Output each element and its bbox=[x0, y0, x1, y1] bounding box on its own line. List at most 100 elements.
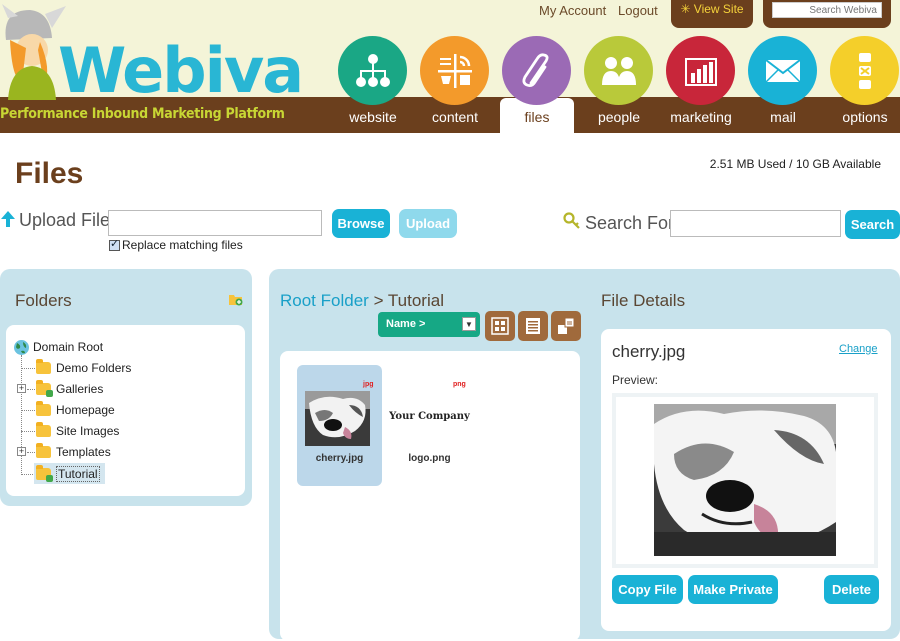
tree-line bbox=[27, 452, 35, 453]
delete-button[interactable]: Delete bbox=[824, 575, 879, 604]
replace-matching-row[interactable]: Replace matching files bbox=[109, 237, 243, 252]
breadcrumb-root-link[interactable]: Root Folder bbox=[280, 291, 369, 310]
list-view-button[interactable] bbox=[518, 311, 548, 341]
tree-line bbox=[21, 474, 35, 475]
site-search-input[interactable] bbox=[772, 2, 882, 18]
file-tile-logo[interactable]: png Your Company logo.png bbox=[387, 365, 472, 486]
new-folder-icon[interactable] bbox=[228, 292, 244, 306]
upload-button[interactable]: Upload bbox=[399, 209, 457, 238]
list-view-icon bbox=[526, 318, 540, 334]
folder-icon bbox=[36, 401, 51, 416]
replace-matching-checkbox[interactable] bbox=[109, 237, 120, 251]
detail-view-icon bbox=[558, 317, 575, 334]
thumbnail-view-button[interactable] bbox=[485, 311, 515, 341]
tree-root[interactable]: Domain Root bbox=[13, 337, 103, 357]
nav-content[interactable]: content bbox=[420, 36, 490, 133]
breadcrumb-separator: > bbox=[373, 291, 384, 310]
nav-people[interactable]: people bbox=[584, 36, 654, 133]
make-private-button[interactable]: Make Private bbox=[688, 575, 778, 604]
content-grid-icon bbox=[438, 54, 472, 88]
folder-item-selected[interactable]: Tutorial bbox=[34, 463, 105, 484]
my-account-link[interactable]: My Account bbox=[539, 3, 606, 18]
nav-website-circle bbox=[338, 36, 407, 105]
copy-file-button[interactable]: Copy File bbox=[612, 575, 683, 604]
nav-files[interactable]: files bbox=[500, 36, 574, 133]
search-button[interactable]: Search bbox=[845, 210, 900, 239]
nav-marketing[interactable]: marketing bbox=[666, 36, 736, 133]
file-name: cherry.jpg bbox=[315, 453, 364, 464]
folder-item[interactable]: Demo Folders bbox=[36, 358, 131, 378]
change-link[interactable]: Change bbox=[839, 343, 878, 355]
brand-logo[interactable]: Webiva bbox=[58, 34, 304, 107]
logout-link[interactable]: Logout bbox=[618, 3, 658, 18]
globe-icon bbox=[14, 339, 29, 355]
file-extension: png bbox=[453, 381, 466, 388]
tree-line bbox=[21, 355, 22, 475]
detail-file-name: cherry.jpg bbox=[612, 342, 686, 361]
site-search-box bbox=[763, 0, 891, 28]
nav-marketing-circle bbox=[666, 36, 735, 105]
chevron-down-icon: ▼ bbox=[462, 317, 476, 331]
logo-thumbnail-text: Your Company bbox=[389, 411, 470, 422]
tree-line bbox=[27, 389, 35, 390]
folder-label: Demo Folders bbox=[56, 361, 132, 375]
tree-line bbox=[21, 410, 35, 411]
breadcrumb: Root Folder > Tutorial bbox=[280, 291, 444, 311]
view-site-button[interactable]: ✳ View Site bbox=[671, 0, 753, 28]
paperclip-icon bbox=[522, 53, 549, 87]
sort-select[interactable]: Name > ▼ bbox=[378, 312, 480, 337]
file-search-input[interactable] bbox=[670, 210, 841, 237]
gallery-folder-icon bbox=[36, 464, 53, 482]
folder-label: Homepage bbox=[56, 403, 115, 417]
folder-item[interactable]: Templates bbox=[36, 442, 111, 462]
file-details-title: File Details bbox=[601, 291, 686, 310]
nav-options-circle bbox=[830, 36, 899, 105]
upload-file-input[interactable] bbox=[108, 210, 322, 236]
nav-content-circle bbox=[420, 36, 489, 105]
folders-title: Folders bbox=[15, 291, 72, 310]
preview-frame bbox=[612, 393, 878, 568]
nav-mail[interactable]: mail bbox=[748, 36, 818, 133]
nav-files-label: files bbox=[524, 109, 550, 125]
detail-view-button[interactable] bbox=[551, 311, 581, 341]
nav-options-label: options bbox=[842, 109, 888, 125]
storage-usage: 2.51 MB Used / 10 GB Available bbox=[709, 157, 881, 171]
folder-icon bbox=[36, 422, 51, 437]
upload-file-label: Upload File bbox=[19, 210, 111, 230]
folder-item[interactable]: Galleries bbox=[36, 379, 103, 399]
nav-content-label: content bbox=[432, 109, 478, 125]
folder-label: Templates bbox=[56, 445, 111, 459]
folder-item[interactable]: Homepage bbox=[36, 400, 115, 420]
nav-files-circle bbox=[502, 36, 571, 105]
nav-mail-circle bbox=[748, 36, 817, 105]
browse-button[interactable]: Browse bbox=[332, 209, 390, 238]
header: Webiva Performance Inbound Marketing Pla… bbox=[0, 0, 900, 133]
nav-options[interactable]: options bbox=[830, 36, 900, 133]
nav-website[interactable]: website bbox=[338, 36, 408, 133]
tree-line bbox=[21, 431, 35, 432]
folder-label: Galleries bbox=[56, 382, 104, 396]
expand-toggle[interactable]: + bbox=[17, 384, 26, 393]
search-for-label: Search For bbox=[585, 213, 675, 233]
folder-label: Site Images bbox=[56, 424, 120, 438]
envelope-icon bbox=[765, 59, 801, 83]
replace-matching-label: Replace matching files bbox=[122, 238, 243, 252]
brand-tagline: Performance Inbound Marketing Platform bbox=[0, 106, 285, 122]
grid-view-icon bbox=[491, 317, 509, 335]
file-tile-cherry[interactable]: jpg cherry.jpg bbox=[297, 365, 382, 486]
nav-people-label: people bbox=[597, 109, 641, 125]
search-key-icon bbox=[563, 212, 580, 229]
upload-arrow-icon bbox=[1, 211, 15, 227]
tree-line bbox=[21, 368, 35, 369]
nav-marketing-label: marketing bbox=[670, 109, 732, 125]
file-name: logo.png bbox=[408, 453, 451, 464]
breadcrumb-current: Tutorial bbox=[387, 291, 444, 310]
expand-toggle[interactable]: + bbox=[17, 447, 26, 456]
folder-icon bbox=[36, 359, 51, 374]
gallery-folder-icon bbox=[36, 380, 53, 397]
cherry-preview-image bbox=[654, 404, 836, 556]
sort-select-value: Name > bbox=[386, 318, 426, 330]
page-title: Files bbox=[15, 157, 84, 190]
file-extension: jpg bbox=[363, 381, 374, 388]
folder-item[interactable]: Site Images bbox=[36, 421, 119, 441]
